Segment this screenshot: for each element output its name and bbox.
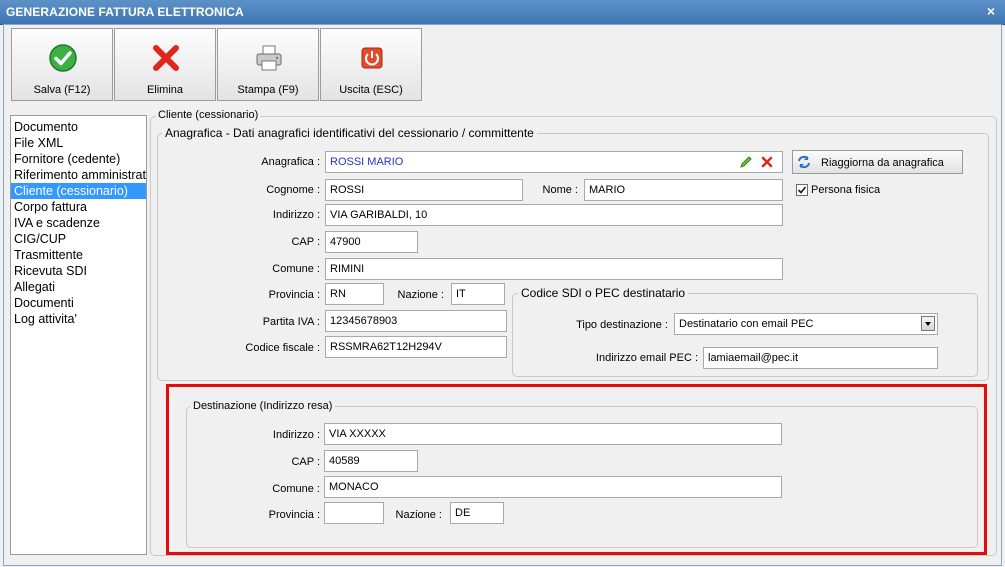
indirizzo-value: VIA GARIBALDI, 10 [330,209,428,221]
nome-field[interactable]: MARIO [584,179,783,201]
highlight-box [166,384,987,555]
refresh-icon [798,155,810,169]
tipo-destinazione-label: Tipo destinazione : [576,319,668,331]
nav-item-log[interactable]: Log attivita' [11,311,146,327]
close-icon[interactable]: × [983,3,999,19]
delete-label: Elimina [146,84,184,96]
sdi-pec-group-title: Codice SDI o PEC destinatario [518,286,689,300]
clear-x-icon[interactable] [760,155,774,169]
delete-x-icon [153,45,179,71]
edit-pencil-icon[interactable] [739,155,753,169]
anagrafica-field[interactable]: ROSSI MARIO [325,151,783,173]
nav-item-documenti[interactable]: Documenti [11,295,146,311]
cap-label: CAP : [291,236,320,248]
print-button[interactable]: Stampa (F9) [217,28,319,101]
tipo-destinazione-value: Destinatario con email PEC [679,318,814,330]
nazione-label: Nazione : [397,289,444,301]
nazione-value: IT [456,288,466,300]
checkmark-icon [49,44,77,72]
provincia-field[interactable]: RN [325,283,384,305]
comune-field[interactable]: RIMINI [325,258,783,280]
nav-item-cig-cup[interactable]: CIG/CUP [11,231,146,247]
cap-value: 47900 [330,236,361,248]
comune-value: RIMINI [330,263,365,275]
nav-item-documento[interactable]: Documento [11,119,146,135]
cognome-field[interactable]: ROSSI [325,179,523,201]
partita-iva-value: 12345678903 [330,315,398,327]
email-pec-value: lamiaemail@pec.it [708,352,799,364]
nome-value: MARIO [589,184,626,196]
persona-fisica-checkbox[interactable] [796,184,808,196]
nav-item-cliente[interactable]: Cliente (cessionario) [11,183,146,199]
comune-label: Comune : [272,263,320,275]
nav-item-allegati[interactable]: Allegati [11,279,146,295]
codice-fiscale-label: Codice fiscale : [245,342,320,354]
exit-power-icon [361,47,383,69]
partita-iva-label: Partita IVA : [262,316,320,328]
anagrafica-label: Anagrafica : [261,156,320,168]
nav-item-fornitore[interactable]: Fornitore (cedente) [11,151,146,167]
anagrafica-group-title: Anagrafica - Dati anagrafici identificat… [162,126,537,140]
save-label: Salva (F12) [33,84,91,96]
email-pec-field[interactable]: lamiaemail@pec.it [703,347,938,369]
refresh-from-anagrafica-button[interactable]: Riaggiorna da anagrafica [792,150,963,174]
email-pec-label: Indirizzo email PEC : [595,352,698,364]
tipo-destinazione-select[interactable]: Destinatario con email PEC [674,313,938,335]
indirizzo-field[interactable]: VIA GARIBALDI, 10 [325,204,783,226]
cap-field[interactable]: 47900 [325,231,418,253]
refresh-button-label: Riaggiorna da anagrafica [821,157,944,169]
nav-item-iva-scadenze[interactable]: IVA e scadenze [11,215,146,231]
window-title: GENERAZIONE FATTURA ELETTRONICA [6,5,244,19]
cognome-value: ROSSI [330,184,365,196]
nav-item-corpo-fattura[interactable]: Corpo fattura [11,199,146,215]
print-label: Stampa (F9) [237,84,299,96]
provincia-label: Provincia : [268,289,320,301]
indirizzo-label: Indirizzo : [272,209,320,221]
codice-fiscale-value: RSSMRA62T12H294V [330,341,442,353]
exit-button[interactable]: Uscita (ESC) [320,28,422,101]
persona-fisica-label: Persona fisica [811,184,881,196]
panel-title: Cliente (cessionario) [156,109,261,121]
cognome-label: Cognome : [266,184,320,196]
dropdown-arrow-icon[interactable] [921,316,935,331]
codice-fiscale-field[interactable]: RSSMRA62T12H294V [325,336,507,358]
nav-item-riferimento[interactable]: Riferimento amministrativo [11,167,146,183]
save-button[interactable]: Salva (F12) [11,28,113,101]
nav-item-trasmittente[interactable]: Trasmittente [11,247,146,263]
nome-label: Nome : [542,184,578,196]
title-bar: GENERAZIONE FATTURA ELETTRONICA × [0,0,1005,25]
provincia-value: RN [330,288,346,300]
exit-label: Uscita (ESC) [339,84,403,96]
section-list: Documento File XML Fornitore (cedente) R… [10,115,147,555]
nazione-field[interactable]: IT [451,283,505,305]
partita-iva-field[interactable]: 12345678903 [325,310,507,332]
checkmark-small-icon [797,186,807,194]
nav-item-ricevuta-sdi[interactable]: Ricevuta SDI [11,263,146,279]
printer-icon [256,45,282,71]
nav-item-file-xml[interactable]: File XML [11,135,146,151]
delete-button[interactable]: Elimina [114,28,216,101]
anagrafica-value: ROSSI MARIO [330,156,404,168]
